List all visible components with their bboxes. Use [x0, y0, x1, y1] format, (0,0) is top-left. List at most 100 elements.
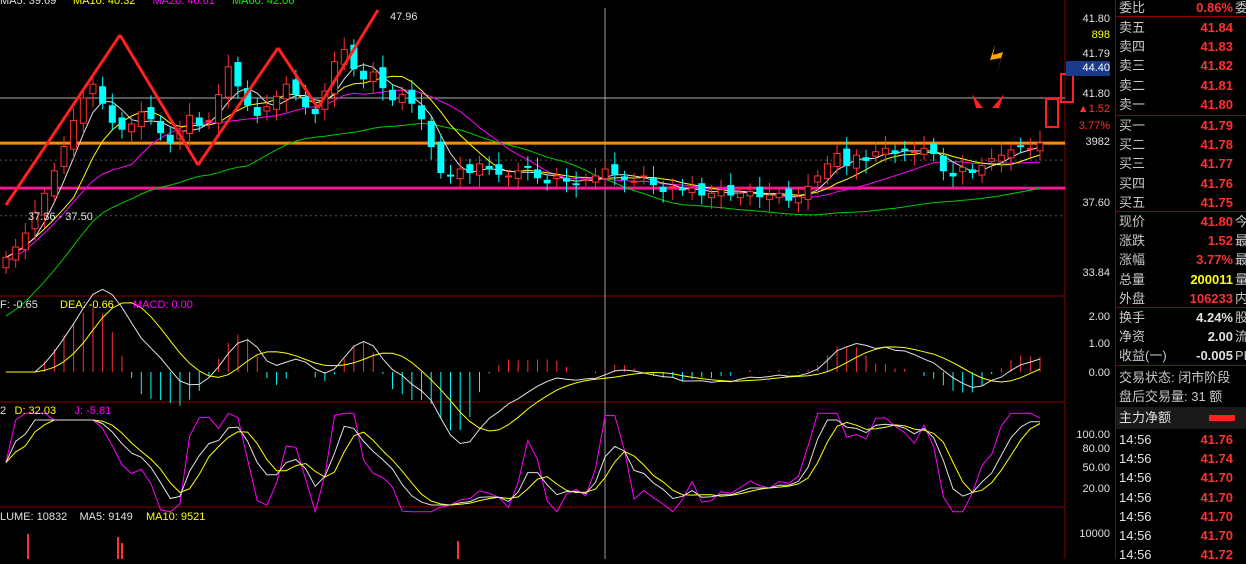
tick-time: 14:56	[1119, 451, 1152, 467]
candle-body	[302, 96, 310, 108]
macd-header: MACD: 0.00	[133, 299, 193, 311]
trend-line	[4, 34, 122, 206]
tick-row[interactable]: 14:56 41.70	[1116, 488, 1246, 507]
main-flow-header[interactable]: 主力净额	[1116, 407, 1246, 429]
stat-row: 涨幅 3.77% 最	[1116, 250, 1246, 269]
kline-chart-area[interactable]: 47.96 37.36 - 37.50 MA5: 39.69 MA10: 40.32 M…	[0, 0, 1115, 559]
stat-row: 外盘 106233 内	[1116, 289, 1246, 308]
volume-header: LUME: 10832	[0, 511, 67, 523]
tick-row[interactable]: 14:56 41.70	[1116, 468, 1246, 487]
candle-body	[1017, 145, 1025, 148]
stat-row: 现价 41.80 今	[1116, 212, 1246, 231]
candle-body	[852, 154, 860, 169]
tick-price: 41.70	[1200, 489, 1233, 505]
candle-body	[562, 178, 570, 182]
candle-body	[582, 178, 590, 181]
bid-row[interactable]: 买三 41.77	[1116, 154, 1246, 173]
candle-body	[205, 120, 213, 123]
stat-tail: 最	[1235, 233, 1246, 249]
kdj-axis-label: 20.00	[1082, 483, 1110, 495]
kdj-axis-label: 80.00	[1082, 443, 1110, 455]
stat-label: 涨幅	[1119, 252, 1146, 268]
candle-body	[891, 150, 899, 154]
ma-header: MA5: 39.69	[0, 0, 56, 7]
candle-body	[727, 185, 735, 196]
peak-price-label: 47.96	[390, 11, 418, 23]
candle-body	[369, 71, 377, 83]
bid-row[interactable]: 买二 41.78	[1116, 135, 1246, 154]
price-axis-label: 37.60	[1082, 197, 1110, 209]
candle-body	[756, 186, 764, 198]
stat-tail: PE	[1235, 348, 1246, 364]
price-axis-label: 41.79	[1082, 48, 1110, 60]
tick-row[interactable]: 14:56 41.72	[1116, 545, 1246, 564]
kdj-axis-label: 100.00	[1076, 429, 1110, 441]
stat-value: 106233	[1189, 290, 1233, 306]
stat-value: 1.52	[1207, 233, 1233, 249]
candle-body	[678, 188, 686, 191]
macd-header: DEA: -0.66	[60, 299, 114, 311]
trend-line	[118, 34, 200, 166]
candle-body	[814, 175, 822, 183]
candle-body	[234, 62, 242, 87]
kdj-header: J: -5.81	[75, 405, 112, 417]
candle-body	[881, 147, 889, 155]
kdj-header: 2	[0, 405, 6, 417]
volume-header: MA10: 9521	[146, 511, 205, 523]
bid-row[interactable]: 买四 41.76	[1116, 174, 1246, 193]
candle-body	[166, 134, 174, 144]
tick-time: 14:56	[1119, 489, 1152, 505]
stat-label: 净资	[1119, 329, 1146, 345]
tick-row[interactable]: 14:56 41.70	[1116, 507, 1246, 526]
candle-body	[398, 94, 406, 103]
macd-axis-label: 2.00	[1089, 311, 1110, 323]
candle-body	[901, 148, 909, 151]
candle-body	[533, 169, 541, 179]
tick-row[interactable]: 14:56 41.74	[1116, 449, 1246, 468]
stat-value: 200011	[1190, 271, 1233, 287]
candle-body	[485, 165, 493, 170]
stat-label: 现价	[1119, 214, 1146, 229]
chart-canvas[interactable]: 47.96 37.36 - 37.50 MA5: 39.69 MA10: 40.32 M…	[0, 0, 1115, 559]
tick-price: 41.74	[1200, 451, 1233, 467]
commission-ratio-label: 委比	[1119, 0, 1146, 15]
candle-body	[785, 188, 793, 201]
macd-axis-label: 0.00	[1089, 367, 1110, 379]
ask-row[interactable]: 卖三 41.82	[1116, 56, 1246, 75]
bid-price: 41.75	[1200, 194, 1233, 210]
candle-body	[514, 170, 522, 180]
stat-label: 收益(一)	[1119, 348, 1167, 364]
bid-label: 买五	[1119, 194, 1146, 210]
ask-row[interactable]: 卖四 41.83	[1116, 37, 1246, 56]
trade-status-row: 交易状态: 闭市阶段	[1116, 368, 1246, 387]
candle-body	[601, 168, 609, 180]
tick-row[interactable]: 14:56 41.76	[1116, 430, 1246, 449]
candle-body	[118, 117, 126, 130]
candle-body	[968, 169, 976, 174]
ask-row[interactable]: 卖二 41.81	[1116, 76, 1246, 95]
candle-body	[698, 183, 706, 196]
candle-body	[427, 120, 435, 148]
ask-row[interactable]: 卖五 41.84	[1116, 18, 1246, 37]
bid-label: 买二	[1119, 137, 1146, 153]
ma-header: MA60: 42.06	[232, 0, 294, 7]
candle-body	[466, 164, 474, 174]
candle-body	[263, 106, 271, 112]
stat-row: 收益(一) -0.005PE	[1116, 346, 1246, 365]
commission-ratio-value: 0.86%	[1196, 0, 1233, 15]
ask-price: 41.82	[1200, 58, 1233, 74]
price-axis-label: ▲1.52	[1078, 103, 1110, 115]
candle-body	[495, 164, 503, 175]
tick-row[interactable]: 14:56 41.70	[1116, 526, 1246, 545]
candle-body	[823, 163, 831, 180]
tick-price: 41.76	[1200, 432, 1233, 447]
candle-body	[862, 157, 870, 161]
ask-row[interactable]: 卖一 41.80	[1116, 95, 1246, 114]
price-axis-label: 44.40	[1082, 62, 1110, 74]
bid-row[interactable]: 买一 41.79	[1116, 116, 1246, 135]
candle-body	[524, 165, 532, 168]
bid-row[interactable]: 买五 41.75	[1116, 193, 1246, 212]
tick-price: 41.70	[1200, 528, 1233, 543]
candle-body	[765, 194, 773, 200]
candle-body	[60, 146, 68, 167]
